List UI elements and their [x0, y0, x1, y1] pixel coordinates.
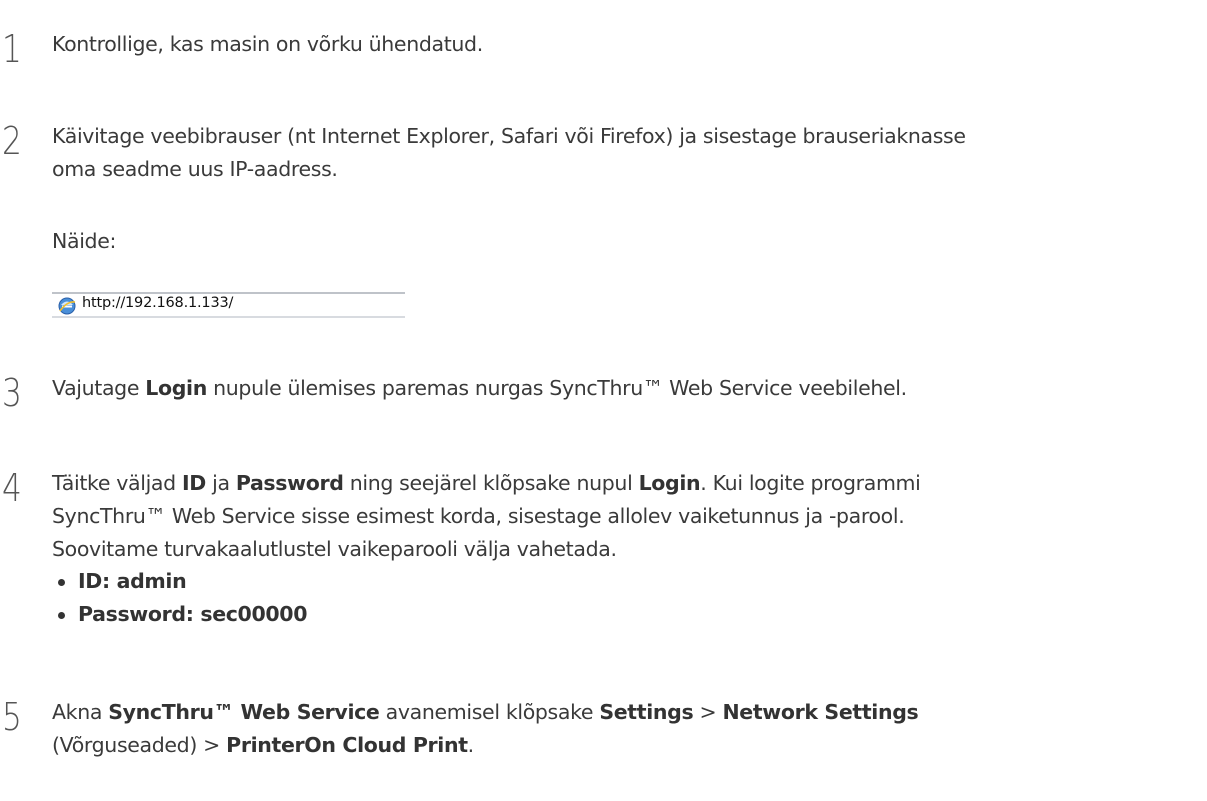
step-text-line: Täitke väljad ID ja Password ning seejär…	[52, 467, 1202, 500]
text-segment: (Võrguseaded) >	[52, 733, 227, 757]
list-item: ID: admin	[56, 565, 307, 598]
step-text: Kontrollige, kas masin on võrku ühendatu…	[52, 28, 1202, 61]
ie-browser-icon	[58, 297, 76, 315]
text-segment: Täitke väljad	[52, 471, 182, 495]
step-text: Vajutage Login nupule ülemises paremas n…	[52, 372, 1202, 405]
step-text-line: Soovitame turvakaalutlustel vaikeparooli…	[52, 537, 617, 561]
list-item-text: Password: sec00000	[78, 602, 308, 626]
text-segment: Vajutage	[52, 376, 146, 400]
step-number: 3	[2, 371, 22, 415]
example-label: Näide:	[52, 229, 117, 253]
step-text-line: (Võrguseaded) > PrinterOn Cloud Print.	[52, 729, 1202, 762]
text-segment: . Kui logite programmi	[700, 471, 921, 495]
list-item-text: ID: admin	[78, 569, 187, 593]
text-segment: .	[467, 733, 475, 757]
text-segment: avanemisel klõpsake	[379, 700, 600, 724]
text-segment: ja	[205, 471, 236, 495]
credentials-list: ID: admin Password: sec00000	[56, 565, 307, 631]
address-bar-image: http://192.168.1.133/	[52, 292, 405, 318]
network-settings-term: Network Settings	[722, 700, 919, 724]
step-text-line: Käivitage veebibrauser (nt Internet Expl…	[52, 124, 966, 148]
step-number: 1	[2, 27, 22, 71]
bullet-icon	[58, 579, 65, 586]
address-url: http://192.168.1.133/	[82, 295, 234, 311]
list-item: Password: sec00000	[56, 598, 307, 631]
text-segment: >	[693, 700, 723, 724]
step-text-line: SyncThru™ Web Service sisse esimest kord…	[52, 504, 905, 528]
step-text-line: oma seadme uus IP-aadress.	[52, 157, 338, 181]
bullet-icon	[58, 612, 65, 619]
step-number: 2	[2, 119, 22, 163]
login-term: Login	[145, 376, 207, 400]
step-text: Akna SyncThru™ Web Service avanemisel kl…	[52, 696, 1202, 762]
step-text-line: Akna SyncThru™ Web Service avanemisel kl…	[52, 696, 1202, 729]
text-segment: nupule ülemises paremas nurgas SyncThru™…	[206, 376, 907, 400]
text-segment: ning seejärel klõpsake nupul	[343, 471, 639, 495]
step-text: Käivitage veebibrauser (nt Internet Expl…	[52, 120, 1202, 186]
password-term: Password	[235, 471, 344, 495]
step-number: 4	[2, 466, 22, 510]
settings-term: Settings	[599, 700, 694, 724]
step-text: Täitke väljad ID ja Password ning seejär…	[52, 467, 1202, 566]
step-number: 5	[2, 695, 22, 739]
id-term: ID	[181, 471, 206, 495]
syncthru-term: SyncThru™ Web Service	[108, 700, 380, 724]
printeron-term: PrinterOn Cloud Print	[226, 733, 468, 757]
text-segment: Akna	[52, 700, 109, 724]
step-text-line: Kontrollige, kas masin on võrku ühendatu…	[52, 32, 483, 56]
login-term: Login	[638, 471, 701, 495]
